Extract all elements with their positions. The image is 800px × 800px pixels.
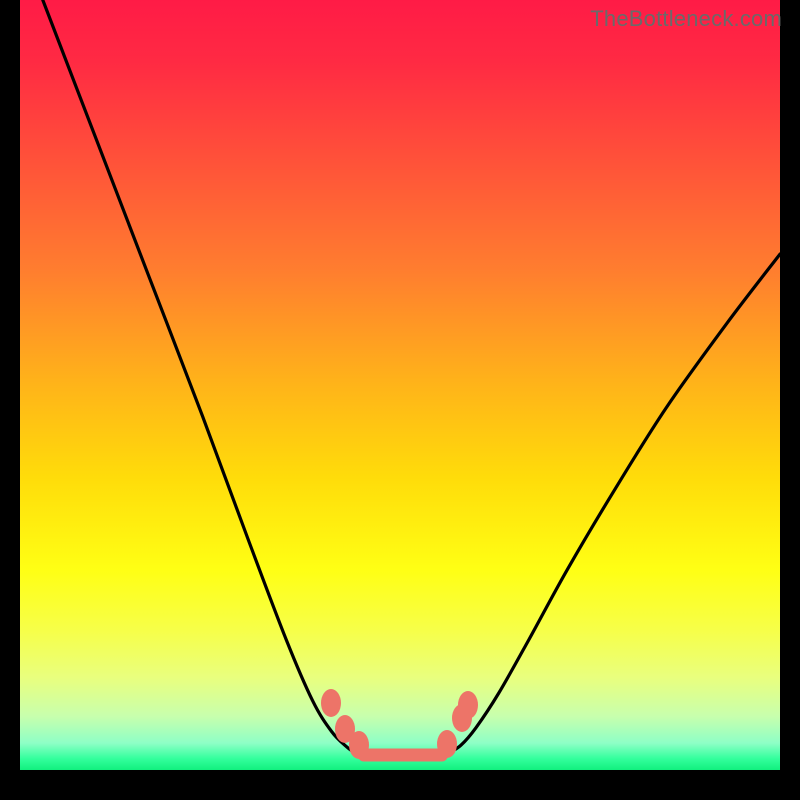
data-marker: [437, 730, 457, 758]
watermark-text: TheBottleneck.com: [590, 6, 782, 32]
left-curve: [43, 0, 364, 755]
data-marker: [458, 691, 478, 719]
right-curve: [442, 254, 780, 754]
bottleneck-curves: [20, 0, 780, 770]
chart-frame: TheBottleneck.com: [0, 0, 800, 800]
plot-area: [20, 0, 780, 770]
valley-plateau: [358, 748, 448, 761]
data-marker: [349, 731, 369, 759]
data-marker: [321, 689, 341, 717]
